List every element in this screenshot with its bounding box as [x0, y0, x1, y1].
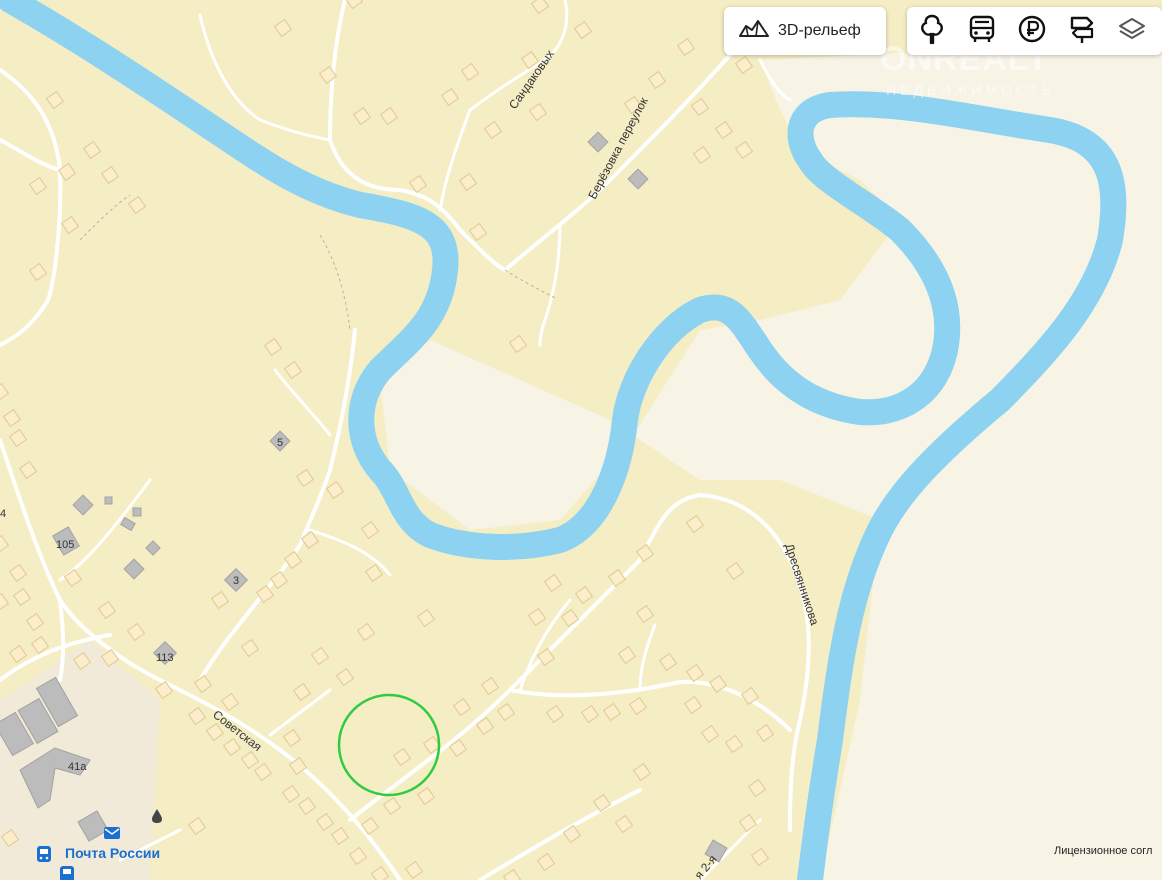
direction-layer-button[interactable] [1057, 7, 1107, 55]
map-toolbar [907, 7, 1162, 55]
map-canvas[interactable]: Сандаковых Берёзовка переулок Дресвянник… [0, 0, 1162, 880]
relief-3d-button[interactable]: 3D-рельеф [724, 7, 886, 55]
license-link[interactable]: Лицензионное согл [1054, 845, 1152, 857]
bus-icon [967, 14, 997, 49]
tree-icon [918, 13, 946, 50]
signpost-icon [1067, 14, 1097, 49]
layers-icon [1117, 14, 1147, 49]
house-number: 5 [277, 437, 283, 449]
relief-3d-label: 3D-рельеф [778, 22, 861, 39]
tree-layer-button[interactable] [907, 7, 957, 55]
ruble-icon [1017, 14, 1047, 49]
mail-icon[interactable] [104, 827, 120, 839]
house-number: 105 [56, 539, 74, 551]
post-office-label[interactable]: Почта России [65, 845, 160, 861]
house-number: 4 [0, 508, 6, 520]
house-number: 3 [233, 575, 239, 587]
transport-layer-button[interactable] [957, 7, 1007, 55]
bus-stop-icon[interactable] [60, 866, 74, 880]
layers-button[interactable] [1107, 7, 1157, 55]
house-number: 113 [156, 652, 174, 664]
bus-stop-icon[interactable] [37, 846, 51, 862]
house-number: 41а [68, 761, 87, 773]
relief-3d-icon [738, 18, 770, 45]
prices-layer-button[interactable] [1007, 7, 1057, 55]
